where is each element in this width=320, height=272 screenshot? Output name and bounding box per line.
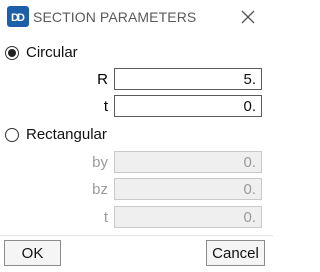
- rectangular-by-label: by: [92, 154, 108, 171]
- rectangular-t-label: t: [103, 209, 108, 226]
- rectangular-bz-input: 0.: [114, 178, 262, 200]
- ok-button[interactable]: OK: [4, 240, 61, 266]
- rectangular-radio-option[interactable]: Rectangular: [5, 126, 107, 143]
- circular-r-input[interactable]: 5.: [114, 68, 262, 90]
- svg-text:D: D: [17, 12, 25, 24]
- close-button[interactable]: [237, 7, 259, 27]
- footer-divider: [0, 235, 273, 236]
- rectangular-radio-button[interactable]: [5, 127, 19, 142]
- circular-r-label: R: [97, 71, 108, 88]
- close-icon: [241, 10, 255, 24]
- rectangular-t-input: 0.: [114, 206, 262, 228]
- rectangular-bz-label: bz: [92, 181, 108, 198]
- rectangular-by-input: 0.: [114, 151, 262, 173]
- circular-radio-option[interactable]: Circular: [5, 44, 78, 61]
- circular-t-label: t: [103, 98, 108, 115]
- rectangular-label: Rectangular: [26, 126, 107, 143]
- circular-radio-button[interactable]: [5, 45, 19, 60]
- title-bar: D D SECTION PARAMETERS: [0, 0, 273, 33]
- circular-t-input[interactable]: 0.: [114, 95, 262, 117]
- window-title: SECTION PARAMETERS: [33, 9, 197, 25]
- app-logo-icon: D D: [7, 6, 29, 27]
- circular-label: Circular: [26, 44, 78, 61]
- cancel-button[interactable]: Cancel: [206, 240, 265, 266]
